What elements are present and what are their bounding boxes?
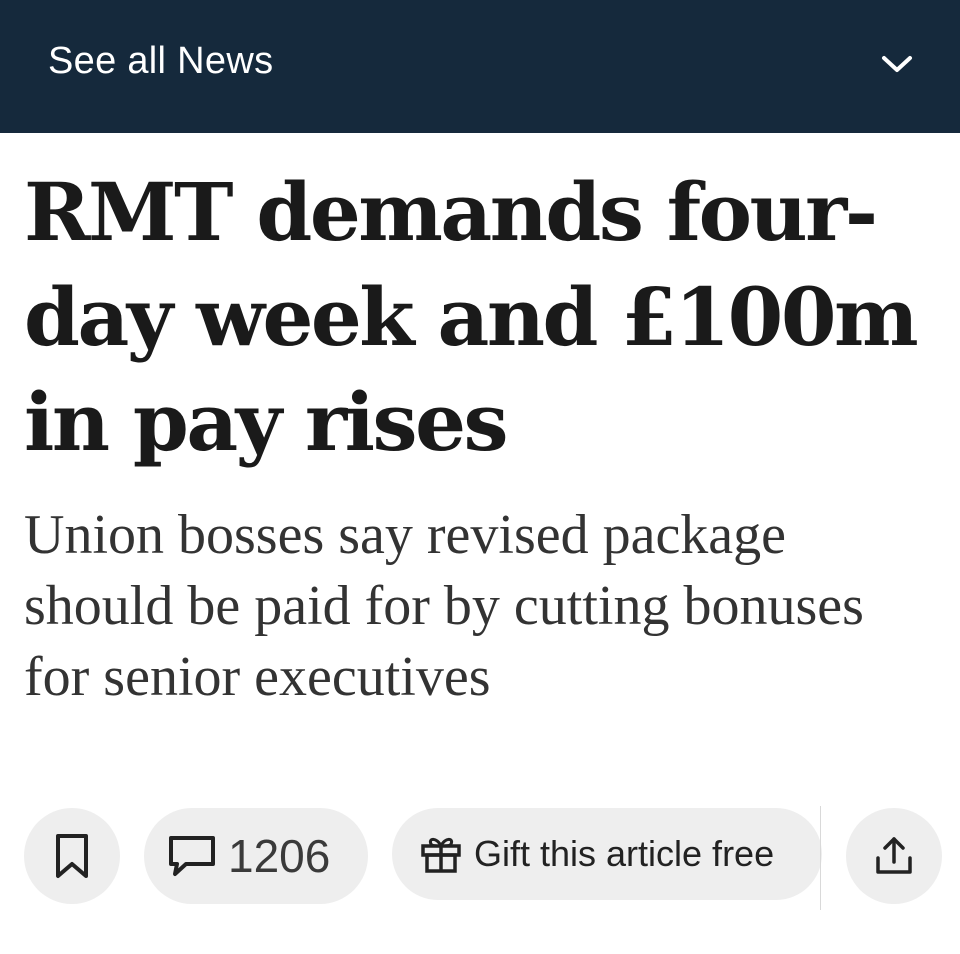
share-button[interactable]	[846, 808, 942, 904]
gift-icon	[420, 834, 462, 874]
share-icon	[872, 834, 916, 878]
bookmark-button[interactable]	[24, 808, 120, 904]
see-all-news-link[interactable]: See all News	[48, 40, 273, 83]
chevron-down-icon[interactable]	[878, 48, 916, 78]
gift-article-button[interactable]: Gift this article free	[392, 808, 822, 900]
article-standfirst: Union bosses say revised package should …	[24, 504, 864, 708]
comments-button[interactable]: 1206	[144, 808, 368, 904]
bookmark-icon	[52, 832, 92, 880]
article-headline: RMT demands four-day week and £100m in p…	[24, 165, 919, 469]
gift-article-label: Gift this article free	[474, 833, 775, 874]
section-nav-bar: See all News	[0, 0, 960, 133]
comment-count: 1206	[228, 830, 331, 882]
action-divider	[820, 806, 821, 910]
comment-icon	[166, 832, 218, 880]
article-action-bar: 1206 Gift this article free	[0, 806, 960, 910]
